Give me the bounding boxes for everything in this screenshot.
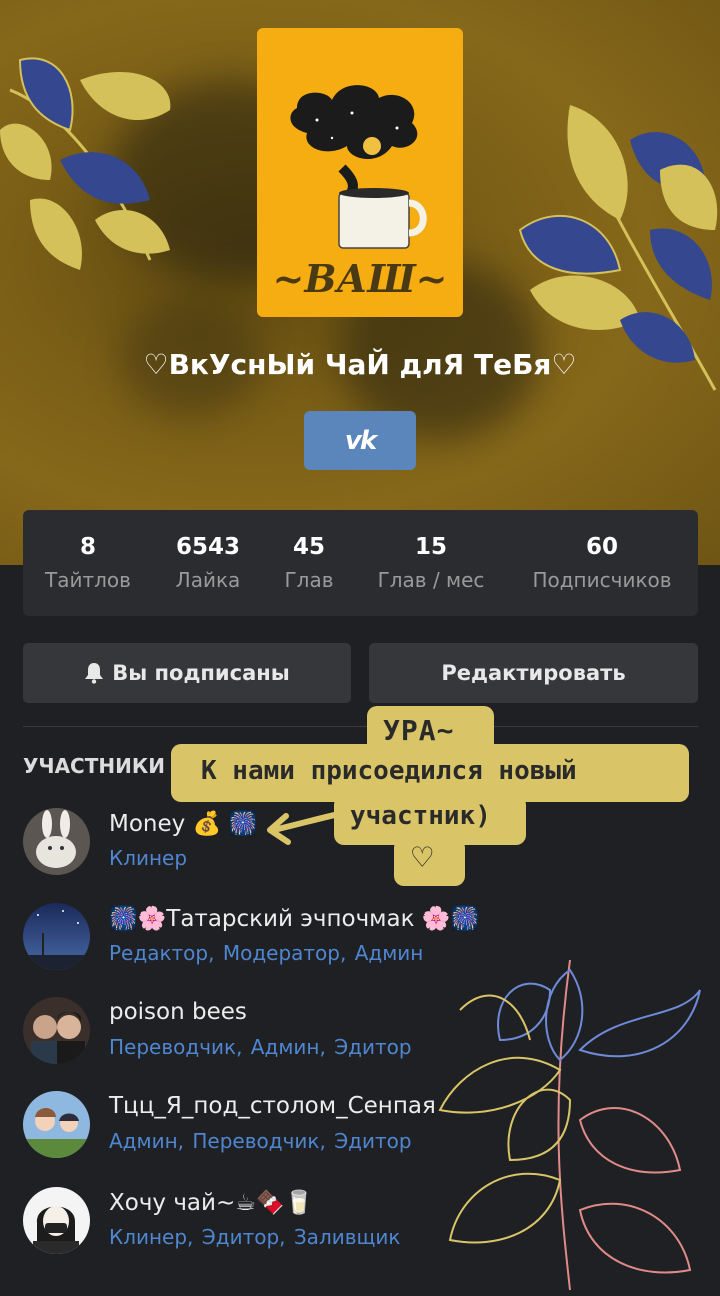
stat-subscribers: 60 Подписчиков xyxy=(532,534,671,592)
stat-label: Глав xyxy=(284,568,334,592)
note-box xyxy=(171,744,689,802)
subscribed-button[interactable]: Вы подписаны xyxy=(23,643,351,703)
team-cover-image: ~ВАШ~ xyxy=(257,28,463,317)
member-name[interactable]: 🎆🌸Татарский эчпочмак 🌸🎆 xyxy=(109,905,479,932)
stat-label: Лайка xyxy=(175,568,241,592)
stat-label: Тайтлов xyxy=(45,568,131,592)
member-row[interactable]: 🎆🌸Татарский эчпочмак 🌸🎆 Редактор, Модера… xyxy=(0,903,720,983)
divider xyxy=(23,726,698,727)
annotation-line-2: К нами присоедился новый xyxy=(201,756,577,786)
team-stats-panel: 8 Тайтлов 6543 Лайка 45 Глав 15 Глав / м… xyxy=(23,510,698,616)
member-roles[interactable]: Клинер xyxy=(109,846,187,870)
subscribed-label: Вы подписаны xyxy=(112,661,290,685)
stat-value: 60 xyxy=(585,534,618,560)
member-roles[interactable]: Админ, Переводчик, Эдитор xyxy=(109,1129,412,1153)
stat-titles: 8 Тайтлов xyxy=(45,534,131,592)
avatar xyxy=(23,997,90,1064)
stat-chapters-per-month: 15 Глав / мес xyxy=(378,534,485,592)
avatar xyxy=(23,903,90,970)
cover-caption: ~ВАШ~ xyxy=(272,256,448,301)
avatar xyxy=(23,808,90,875)
stat-value: 45 xyxy=(292,534,325,560)
stat-value: 15 xyxy=(414,534,447,560)
avatar xyxy=(23,1091,90,1158)
leaves-left-decoration xyxy=(0,57,171,270)
member-row[interactable]: Тцц_Я_под_столом_Сенпая Админ, Переводчи… xyxy=(0,1091,720,1171)
stat-label: Подписчиков xyxy=(532,568,672,592)
annotation-line-1: УРА~ xyxy=(383,714,455,747)
team-banner: ~ВАШ~ ♡ВкУснЫй ЧаЙ длЯ ТеБя♡ vk xyxy=(0,0,720,565)
stat-chapters: 45 Глав xyxy=(284,534,333,592)
member-row[interactable]: poison bees Переводчик, Админ, Эдитор xyxy=(0,997,720,1077)
member-roles[interactable]: Переводчик, Админ, Эдитор xyxy=(109,1035,412,1059)
edit-button[interactable]: Редактировать xyxy=(369,643,698,703)
stat-likes: 6543 Лайка xyxy=(176,534,241,592)
member-roles[interactable]: Клинер, Эдитор, Заливщик xyxy=(109,1225,400,1249)
vk-icon: vk xyxy=(344,425,377,456)
member-name[interactable]: poison bees xyxy=(109,999,247,1025)
avatar xyxy=(23,1187,90,1254)
stat-value: 6543 xyxy=(175,534,241,560)
member-name[interactable]: Хочу чай~☕🍫🥛 xyxy=(109,1189,313,1216)
stat-value: 8 xyxy=(79,534,96,560)
members-section-title: УЧАСТНИКИ xyxy=(23,754,165,778)
note-box xyxy=(367,706,494,758)
member-row[interactable]: Money 💰 🎆 Клинер xyxy=(0,808,720,888)
bell-icon xyxy=(85,663,104,684)
member-row[interactable]: Хочу чай~☕🍫🥛 Клинер, Эдитор, Заливщик xyxy=(0,1187,720,1267)
edit-label: Редактировать xyxy=(441,661,626,685)
member-roles[interactable]: Редактор, Модератор, Админ xyxy=(109,941,423,965)
team-name: ♡ВкУснЫй ЧаЙ длЯ ТеБя♡ xyxy=(143,348,577,381)
member-name[interactable]: Money 💰 🎆 xyxy=(109,810,257,837)
members-count: 5 xyxy=(176,754,189,778)
member-name[interactable]: Тцц_Я_под_столом_Сенпая xyxy=(109,1093,436,1119)
vk-link-button[interactable]: vk xyxy=(304,411,416,470)
stat-label: Глав / мес xyxy=(377,568,485,592)
